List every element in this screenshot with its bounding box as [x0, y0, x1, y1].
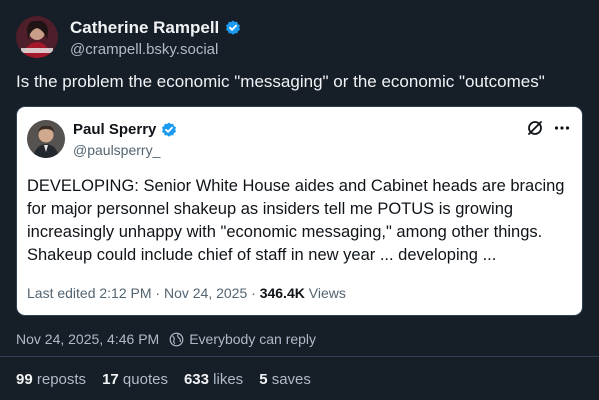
- quoted-author-avatar[interactable]: [27, 120, 65, 158]
- globe-icon: [169, 332, 184, 346]
- verified-badge-icon: [162, 122, 177, 137]
- views-label: Views: [304, 285, 346, 301]
- verified-badge-icon: [226, 20, 241, 35]
- quoted-post-actions: [526, 119, 570, 137]
- divider: [0, 356, 599, 357]
- post-text: Is the problem the economic "messaging" …: [16, 72, 545, 91]
- reposts-stat[interactable]: 99 reposts: [16, 371, 86, 388]
- quoted-post-text: DEVELOPING: Senior White House aides and…: [27, 177, 565, 264]
- saves-count: 5: [259, 371, 268, 388]
- post-timestamp[interactable]: Nov 24, 2025, 4:46 PM: [16, 331, 159, 347]
- likes-stat[interactable]: 633 likes: [184, 371, 243, 388]
- views-count: 346.4K: [259, 285, 305, 301]
- more-options-icon[interactable]: [554, 119, 570, 137]
- quotes-count: 17: [102, 371, 119, 388]
- author-name-row[interactable]: Catherine Rampell: [70, 18, 241, 38]
- quoted-post-meta[interactable]: Last edited 2:12 PM · Nov 24, 2025 · 346…: [27, 285, 346, 301]
- quoted-post-card[interactable]: Paul Sperry @paulsperry_ DEVELOPING: Sen…: [16, 106, 583, 316]
- reply-permission: Everybody can reply: [169, 331, 316, 347]
- author-name[interactable]: Catherine Rampell: [70, 18, 219, 38]
- engagement-stats: 99 reposts 17 quotes 633 likes 5 saves: [16, 371, 311, 388]
- post: Catherine Rampell @crampell.bsky.social …: [0, 0, 599, 400]
- quotes-label: quotes: [122, 371, 168, 388]
- reposts-count: 99: [16, 371, 33, 388]
- quoted-author-name[interactable]: Paul Sperry: [73, 121, 156, 138]
- author-avatar[interactable]: [16, 16, 58, 58]
- saves-label: saves: [271, 371, 311, 388]
- saves-stat[interactable]: 5 saves: [259, 371, 311, 388]
- user-avatar-icon: [27, 120, 65, 158]
- quotes-stat[interactable]: 17 quotes: [102, 371, 168, 388]
- likes-label: likes: [213, 371, 244, 388]
- likes-count: 633: [183, 371, 209, 388]
- post-timestamp-row: Nov 24, 2025, 4:46 PM Everybody can repl…: [16, 331, 316, 347]
- quoted-post-edited-time: Last edited 2:12 PM · Nov 24, 2025 ·: [27, 285, 260, 301]
- quoted-author-handle[interactable]: @paulsperry_: [73, 142, 160, 158]
- quoted-author-name-row[interactable]: Paul Sperry: [73, 121, 177, 138]
- broken-link-icon[interactable]: [526, 119, 544, 137]
- reply-permission-label: Everybody can reply: [189, 331, 317, 347]
- reposts-label: reposts: [36, 371, 87, 388]
- user-avatar-icon: [16, 16, 58, 58]
- author-handle[interactable]: @crampell.bsky.social: [70, 41, 218, 58]
